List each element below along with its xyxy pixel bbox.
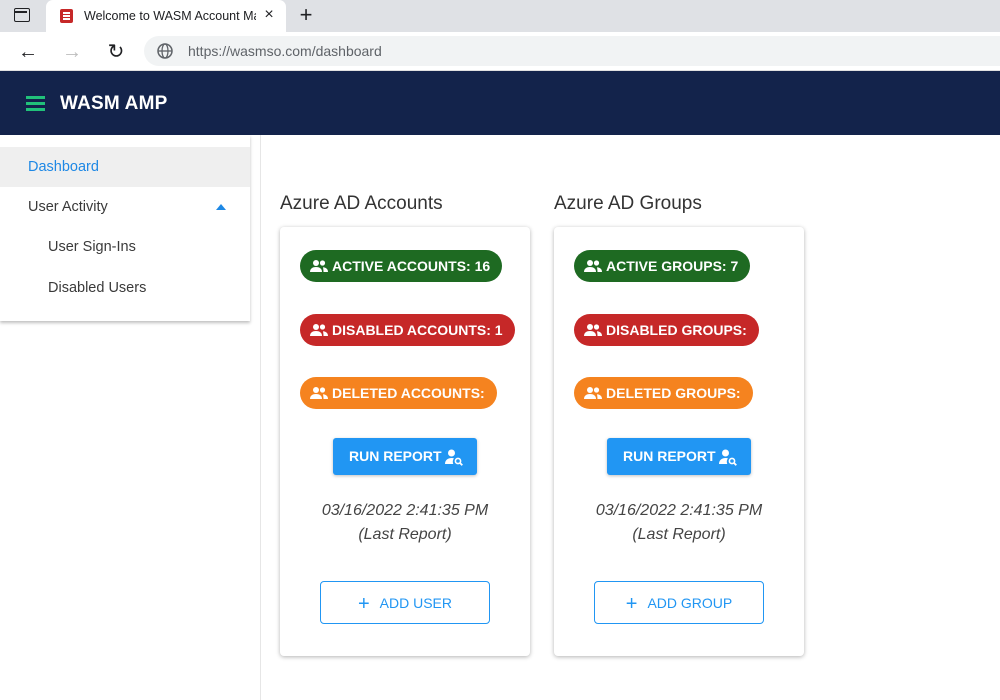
sidebar-item-label: User Activity — [28, 199, 108, 215]
people-icon — [584, 260, 602, 272]
active-groups-chip[interactable]: ACTIVE GROUPS: 7 — [574, 250, 751, 282]
chip-label: DELETED ACCOUNTS: — [332, 385, 485, 401]
sidebar: Dashboard User Activity User Sign-Ins Di… — [0, 135, 250, 321]
report-timestamp: 03/16/2022 2:41:35 PM — [595, 502, 763, 519]
globe-icon — [157, 43, 173, 59]
run-report-button[interactable]: RUN REPORT — [607, 438, 751, 475]
report-timestamp: 03/16/2022 2:41:35 PM — [321, 502, 489, 519]
people-icon — [310, 387, 328, 399]
app-header: WASM AMP — [0, 71, 1000, 135]
sidebar-item-label: User Sign-Ins — [48, 239, 136, 255]
deleted-accounts-chip[interactable]: DELETED ACCOUNTS: — [300, 377, 497, 409]
accounts-card: ACTIVE ACCOUNTS: 16 DISABLED ACCOUNTS: 1… — [280, 227, 530, 656]
plus-icon: + — [357, 593, 370, 615]
sidebar-item-label: Disabled Users — [48, 280, 147, 296]
people-icon — [584, 324, 602, 336]
add-user-button[interactable]: + ADD USER — [320, 581, 490, 624]
person-search-icon — [719, 449, 737, 466]
app-title: WASM AMP — [60, 93, 168, 114]
sidebar-toggle-icon[interactable] — [14, 8, 30, 22]
forward-button[interactable]: → — [58, 38, 86, 66]
active-accounts-chip[interactable]: ACTIVE ACCOUNTS: 16 — [300, 250, 503, 282]
favicon-icon — [60, 9, 73, 23]
browser-toolbar: ← → ↻ https://wasmso.com/dashboard — [0, 32, 1000, 71]
menu-icon[interactable] — [26, 96, 45, 111]
caret-up-icon — [216, 204, 226, 210]
disabled-groups-chip[interactable]: DISABLED GROUPS: — [574, 314, 759, 346]
back-button[interactable]: ← — [14, 38, 42, 66]
chip-label: DISABLED GROUPS: — [606, 322, 747, 338]
last-report-time: 03/16/2022 2:41:35 PM (Last Report) — [554, 499, 804, 547]
new-tab-button[interactable]: + — [296, 4, 316, 26]
run-report-label: RUN REPORT — [623, 448, 716, 464]
groups-card: ACTIVE GROUPS: 7 DISABLED GROUPS: DELETE… — [554, 227, 804, 656]
chip-label: DISABLED ACCOUNTS: 1 — [332, 322, 503, 338]
sidebar-item-user-sign-ins[interactable]: User Sign-Ins — [0, 227, 250, 267]
browser-tabstrip: Welcome to WASM Account Ma × + — [0, 0, 1000, 32]
address-bar[interactable]: https://wasmso.com/dashboard — [144, 36, 1000, 66]
content-divider — [260, 135, 261, 700]
run-report-button[interactable]: RUN REPORT — [333, 438, 477, 475]
chip-label: DELETED GROUPS: — [606, 385, 741, 401]
report-note: (Last Report) — [358, 526, 452, 543]
last-report-time: 03/16/2022 2:41:35 PM (Last Report) — [280, 499, 530, 547]
add-group-label: ADD GROUP — [647, 595, 733, 611]
people-icon — [310, 324, 328, 336]
tab-title: Welcome to WASM Account Ma — [84, 9, 256, 23]
sidebar-item-user-activity[interactable]: User Activity — [0, 187, 250, 227]
sidebar-item-label: Dashboard — [28, 159, 99, 175]
reload-button[interactable]: ↻ — [102, 38, 130, 66]
add-group-button[interactable]: + ADD GROUP — [594, 581, 764, 624]
deleted-groups-chip[interactable]: DELETED GROUPS: — [574, 377, 753, 409]
chip-label: ACTIVE GROUPS: 7 — [606, 258, 739, 274]
add-user-label: ADD USER — [379, 595, 453, 611]
chip-label: ACTIVE ACCOUNTS: 16 — [332, 258, 491, 274]
people-icon — [584, 387, 602, 399]
sidebar-item-disabled-users[interactable]: Disabled Users — [0, 268, 250, 308]
browser-tab[interactable]: Welcome to WASM Account Ma × — [46, 0, 286, 32]
report-note: (Last Report) — [632, 526, 726, 543]
people-icon — [310, 260, 328, 272]
url-text: https://wasmso.com/dashboard — [188, 43, 382, 59]
tab-close-button[interactable]: × — [260, 6, 278, 24]
sidebar-item-dashboard[interactable]: Dashboard — [0, 147, 250, 187]
accounts-title: Azure AD Accounts — [280, 193, 443, 214]
groups-title: Azure AD Groups — [554, 193, 702, 214]
run-report-label: RUN REPORT — [349, 448, 442, 464]
plus-icon: + — [625, 593, 638, 615]
disabled-accounts-chip[interactable]: DISABLED ACCOUNTS: 1 — [300, 314, 515, 346]
person-search-icon — [445, 449, 463, 466]
